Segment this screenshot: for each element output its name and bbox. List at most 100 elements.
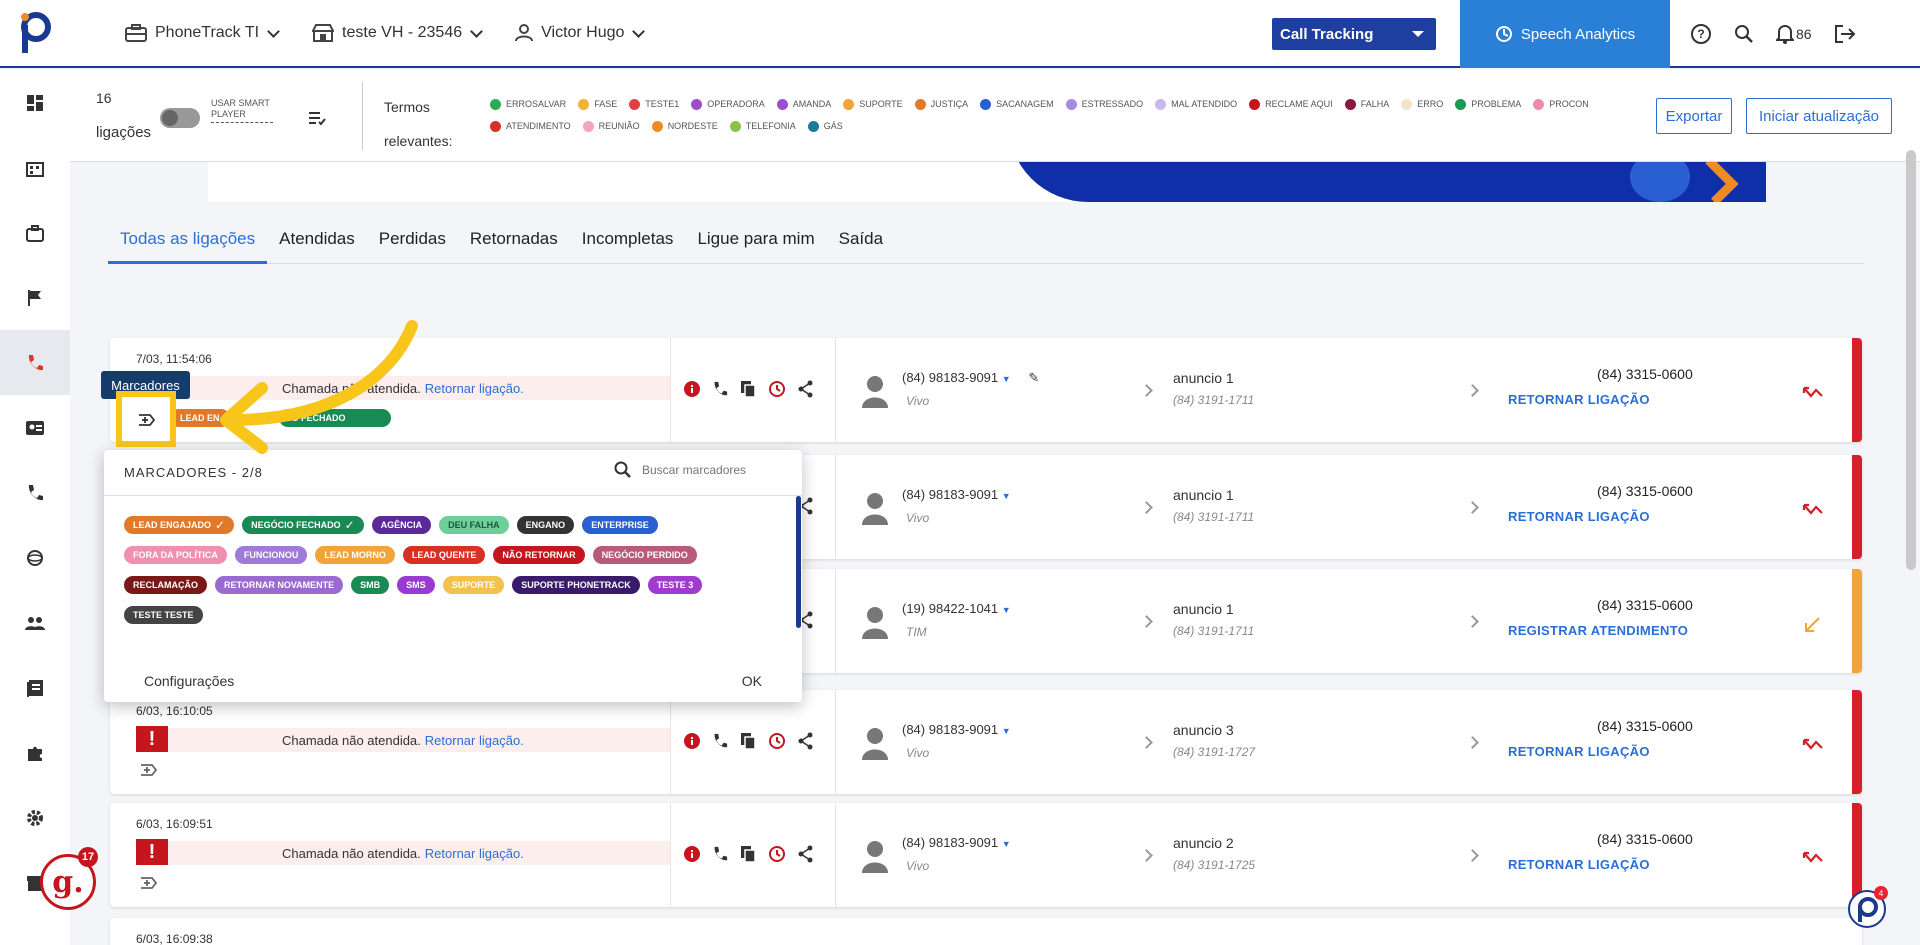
term-chip[interactable]: GÁS [807,118,843,134]
sidebar-item-phone[interactable] [0,460,70,525]
sidebar-item-dashboard[interactable] [0,70,70,135]
share-icon[interactable] [798,732,814,755]
term-chip[interactable]: ERRO [1401,96,1443,112]
marker-tag[interactable]: SMS [397,576,435,594]
caller-phone[interactable]: (84) 98183-9091 ▼ ✎ [902,370,1039,386]
call-card[interactable]: 6/03, 16:09:51 Chamada não atendida. Retor… [110,803,1862,907]
term-chip[interactable]: AMANDA [776,96,831,112]
marker-tag[interactable]: AGÊNCIA [371,516,432,534]
sidebar-item-calls[interactable] [0,330,70,395]
marker-tag[interactable]: FUNCIONOU [234,546,308,564]
search-icon[interactable] [1734,24,1754,44]
caller-phone[interactable]: (84) 98183-9091 ▼ [902,722,1011,737]
term-chip[interactable]: ESTRESSADO [1065,96,1143,112]
term-chip[interactable]: FALHA [1344,96,1389,112]
sidebar-item-accounts[interactable] [0,200,70,265]
help-icon[interactable]: ? [1690,23,1712,45]
sidebar-item-users[interactable] [0,590,70,655]
account-select[interactable]: PhoneTrack TI [125,24,280,42]
term-chip[interactable]: TESTE1 [629,96,679,112]
notifications-button[interactable]: 86 [1776,24,1812,44]
phone-icon[interactable] [712,733,728,754]
marker-tag[interactable]: RECLAMAÇÃO [124,576,207,594]
marker-tag[interactable]: FORA DA POLÍTICA [124,546,227,564]
term-chip[interactable]: MAL ATENDIDO [1155,96,1237,112]
call-card[interactable]: 6/03, 16:10:05 Chamada não atendida. Retor… [110,690,1862,794]
marker-tag[interactable]: RETORNAR NOVAMENTE [215,576,344,594]
sidebar-item-integrations[interactable] [0,720,70,785]
tab-3[interactable]: Retornadas [458,226,570,264]
term-chip[interactable]: PROBLEMA [1455,96,1521,112]
sort-icon[interactable] [308,110,326,126]
marker-tag[interactable]: LEAD QUENTE [402,546,486,564]
marker-tag[interactable]: SUPORTE PHONETRACK [512,576,640,594]
phone-icon[interactable] [712,846,728,867]
info-icon[interactable] [684,846,700,867]
marker-tag[interactable]: NEGÓCIO FECHADO ✓ [242,516,364,534]
tab-2[interactable]: Perdidas [367,226,458,264]
marker-tag[interactable]: SUPORTE [442,576,505,594]
copy-icon[interactable] [740,732,756,755]
markers-button-highlight[interactable] [116,391,176,447]
history-icon[interactable] [768,732,786,755]
export-button[interactable]: Exportar [1656,98,1732,134]
marker-tag[interactable]: LEAD MORNO [315,546,395,564]
product-select[interactable]: Call Tracking [1272,18,1436,50]
markers-scrollbar[interactable] [796,496,801,628]
term-chip[interactable]: NORDESTE [651,118,718,134]
smart-player-toggle[interactable] [160,108,200,128]
tab-6[interactable]: Saída [827,226,895,264]
page-scrollbar[interactable] [1906,150,1916,570]
return-call-link[interactable]: Retornar ligação. [425,733,524,748]
call-card[interactable]: 6/03, 16:09:38 [110,918,1862,945]
marker-tag[interactable]: TESTE 3 [647,576,703,594]
tab-0[interactable]: Todas as ligações [108,226,268,264]
copy-icon[interactable] [740,380,756,403]
term-chip[interactable]: FASE [578,96,617,112]
info-icon[interactable] [684,733,700,754]
return-call-link[interactable]: Retornar ligação. [425,846,524,861]
marker-tag[interactable]: NEGÓCIO PERDIDO [592,546,697,564]
share-icon[interactable] [798,845,814,868]
markers-ok-button[interactable]: OK [742,673,762,689]
history-icon[interactable] [768,380,786,403]
history-icon[interactable] [768,845,786,868]
term-chip[interactable]: SUPORTE [843,96,903,112]
markers-search-input[interactable] [642,463,802,477]
tab-4[interactable]: Incompletas [570,226,686,264]
sidebar-item-settings[interactable] [0,785,70,850]
tab-5[interactable]: Ligue para mim [685,226,826,264]
marker-tag[interactable]: SMB [351,576,390,594]
call-action-link[interactable]: RETORNAR LIGAÇÃO [1508,392,1650,407]
sidebar-item-campaigns[interactable] [0,265,70,330]
marker-tag[interactable]: DEU FALHA [439,516,509,534]
term-chip[interactable]: SACANAGEM [980,96,1054,112]
caller-phone[interactable]: (19) 98422-1041 ▼ [902,601,1011,616]
term-chip[interactable]: OPERADORA [691,96,765,112]
term-chip[interactable]: PROCON [1533,96,1589,112]
edit-icon[interactable]: ✎ [1028,370,1039,385]
marker-tag[interactable]: NÃO RETORNAR [493,546,585,564]
term-chip[interactable]: JUSTIÇA [914,96,968,112]
sidebar-item-contacts[interactable] [0,395,70,460]
call-action-link[interactable]: REGISTRAR ATENDIMENTO [1508,623,1688,638]
term-chip[interactable]: RECLAME AQUI [1249,96,1333,112]
call-action-link[interactable]: RETORNAR LIGAÇÃO [1508,509,1650,524]
call-action-link[interactable]: RETORNAR LIGAÇÃO [1508,744,1650,759]
caller-phone[interactable]: (84) 98183-9091 ▼ [902,487,1011,502]
store-select[interactable]: teste VH - 23546 [312,24,483,42]
call-action-link[interactable]: RETORNAR LIGAÇÃO [1508,857,1650,872]
caller-phone[interactable]: (84) 98183-9091 ▼ [902,835,1011,850]
user-select[interactable]: Victor Hugo [515,24,646,42]
marker-tag[interactable]: ENGANO [516,516,575,534]
speech-analytics-button[interactable]: Speech Analytics [1460,0,1670,68]
phone-icon[interactable] [712,381,728,402]
term-chip[interactable]: REUNIÃO [582,118,640,134]
sidebar-item-reports[interactable] [0,655,70,720]
info-icon[interactable] [684,381,700,402]
tag-add-icon[interactable] [138,875,158,891]
sidebar-item-company[interactable] [0,135,70,200]
term-chip[interactable]: ERROSALVAR [490,96,566,112]
marker-tag[interactable]: ENTERPRISE [582,516,658,534]
marker-tag[interactable]: LEAD ENGAJADO ✓ [124,516,235,534]
